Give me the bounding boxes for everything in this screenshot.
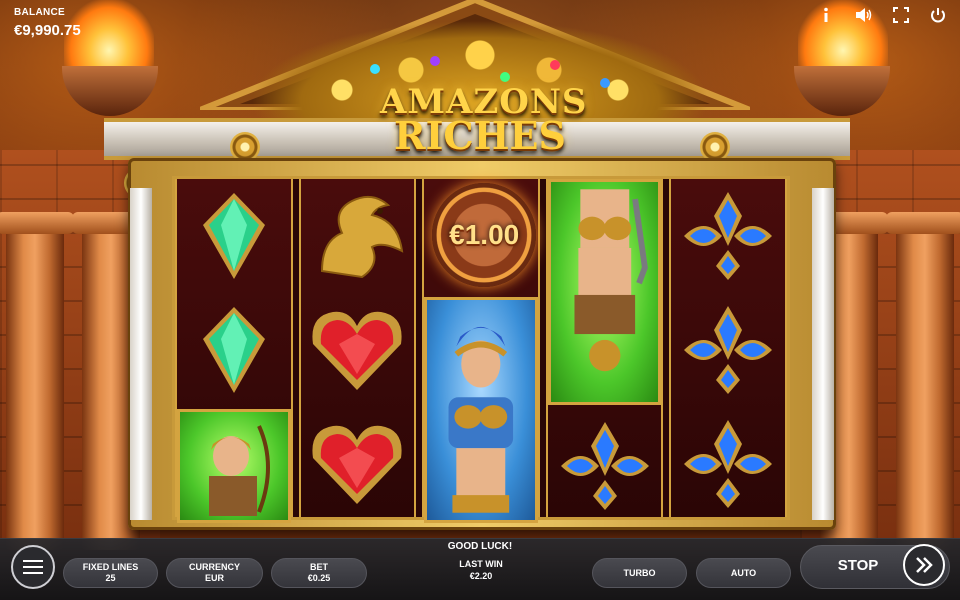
stop-label: STOP	[837, 557, 879, 574]
frame-pillar-right	[812, 188, 834, 520]
coin-value: €1.00	[449, 219, 520, 250]
symbol-green-warrior-amazon	[547, 179, 662, 405]
gem-icon	[500, 72, 510, 82]
symbol-blue-fleur-gem	[671, 407, 785, 521]
currency-label: CURRENCY	[188, 562, 240, 573]
symbol-red-heart-gem	[301, 293, 415, 407]
fast-forward-icon[interactable]	[903, 544, 945, 586]
gem-icon	[430, 56, 440, 66]
symbol-blue-fleur-gem	[671, 179, 785, 293]
auto-label: AUTO	[730, 567, 757, 578]
bet-value: €0.25	[307, 573, 331, 583]
game-logo: AMAZONS RICHES	[380, 85, 586, 159]
last-win-value: €2.20	[469, 570, 493, 581]
symbol-green-crystal	[177, 179, 291, 293]
right-torch-flame	[798, 0, 888, 72]
reel-2	[298, 179, 417, 517]
green-crystal-icon	[202, 193, 265, 279]
blue-warrior-amazon-icon	[448, 326, 514, 513]
gem-icon	[600, 78, 610, 88]
turbo-label: TURBO	[623, 567, 656, 578]
right-column-outer	[886, 212, 960, 550]
balance-value: €9,990.75	[14, 22, 81, 39]
reel-3: €1.00	[422, 179, 540, 523]
last-win-label: LAST WIN	[459, 559, 503, 569]
bet-label: BET	[310, 562, 328, 573]
fullscreen-icon[interactable]	[891, 6, 911, 24]
blue-fleur-gem-icon	[684, 420, 773, 508]
symbol-blue-warrior-amazon	[424, 297, 538, 523]
auto-button[interactable]: AUTO	[696, 558, 791, 588]
symbol-coin-bonus: €1.00	[424, 179, 538, 293]
turbo-button[interactable]: TURBO	[592, 558, 687, 588]
symbol-blue-fleur-gem	[548, 409, 662, 523]
reel-4	[545, 179, 664, 517]
bet-button[interactable]: BET €0.25	[271, 558, 367, 588]
reel-5	[669, 179, 787, 517]
blue-fleur-gem-icon	[684, 192, 773, 280]
sound-icon[interactable]	[853, 6, 873, 24]
currency-value: EUR	[204, 573, 224, 583]
currency-button[interactable]: CURRENCY EUR	[166, 558, 263, 588]
coin-value-badge: €1.00	[432, 183, 537, 287]
power-icon[interactable]	[928, 6, 948, 24]
symbol-golden-griffin	[301, 179, 415, 293]
logo-line-2: RICHES	[394, 113, 566, 159]
fixed-lines-display: FIXED LINES 25	[63, 558, 158, 588]
red-heart-gem-icon	[312, 425, 402, 504]
reel-grid: €1.00	[172, 176, 790, 523]
blue-fleur-gem-icon	[684, 306, 773, 394]
reel-1	[175, 179, 293, 523]
fixed-lines-label: FIXED LINES	[82, 562, 139, 573]
symbol-blue-fleur-gem	[671, 293, 785, 407]
green-crystal-icon	[202, 307, 265, 393]
symbol-archer-amazon	[177, 409, 291, 523]
frame-pillar-left	[130, 188, 152, 520]
symbol-red-heart-gem	[301, 407, 415, 521]
info-icon[interactable]	[816, 6, 836, 24]
fixed-lines-value: 25	[105, 573, 116, 583]
red-heart-gem-icon	[312, 311, 402, 390]
blue-fleur-gem-icon	[560, 422, 649, 510]
left-column-outer	[0, 212, 74, 550]
last-win-display: LAST WIN €2.20	[440, 559, 522, 582]
griffin-icon	[321, 195, 404, 279]
symbol-green-crystal	[177, 293, 291, 407]
gem-icon	[370, 64, 380, 74]
hamburger-icon	[23, 560, 43, 562]
menu-button[interactable]	[11, 545, 55, 589]
archer-amazon-icon	[208, 425, 270, 516]
status-message: GOOD LUCK!	[447, 541, 513, 552]
gem-icon	[550, 60, 560, 70]
balance-label: BALANCE	[14, 7, 65, 18]
green-warrior-amazon-icon	[574, 189, 648, 372]
